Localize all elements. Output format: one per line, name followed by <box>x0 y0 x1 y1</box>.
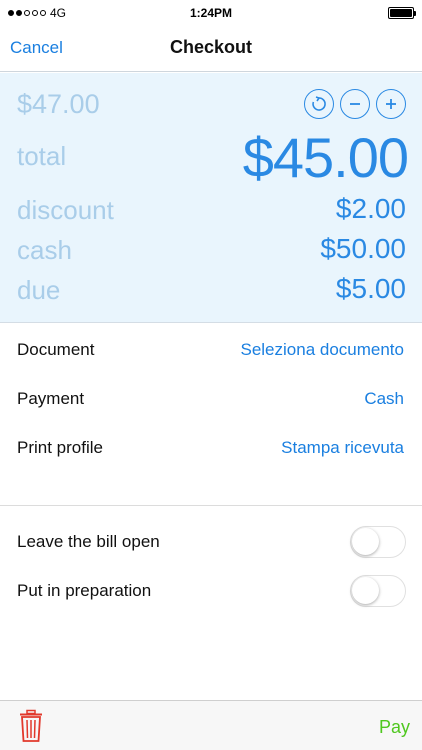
leave-bill-open-label: Leave the bill open <box>17 532 160 551</box>
reset-button[interactable] <box>304 89 334 119</box>
put-in-preparation-toggle[interactable] <box>350 575 406 607</box>
status-bar: 4G 1:24PM <box>0 0 422 26</box>
due-label: due <box>17 275 61 305</box>
document-row[interactable]: Document Seleziona documento <box>0 326 422 374</box>
amount-adjust-buttons <box>304 89 406 119</box>
print-profile-value[interactable]: Stampa ricevuta <box>281 438 404 458</box>
reset-icon <box>312 96 326 111</box>
increase-button[interactable] <box>376 89 406 119</box>
bottom-toolbar: Pay <box>0 700 422 750</box>
minus-icon <box>350 103 360 105</box>
navigation-bar: Cancel Checkout <box>0 26 422 72</box>
section-divider <box>0 505 422 506</box>
due-amount: $5.00 <box>335 273 406 304</box>
status-time: 1:24PM <box>189 6 233 20</box>
payment-label: Payment <box>17 389 85 408</box>
payment-value[interactable]: Cash <box>364 389 404 409</box>
total-amount: $45.00 <box>242 126 409 189</box>
print-profile-row[interactable]: Print profile Stampa ricevuta <box>0 424 422 472</box>
leave-bill-open-toggle[interactable] <box>350 526 406 558</box>
document-label: Document <box>17 340 95 359</box>
battery-icon <box>388 7 416 19</box>
trash-icon <box>20 709 42 742</box>
page-title: Checkout <box>169 37 252 57</box>
document-value[interactable]: Seleziona documento <box>240 340 404 360</box>
leave-bill-open-row: Leave the bill open <box>0 518 422 566</box>
put-in-preparation-row: Put in preparation <box>0 567 422 615</box>
total-label: total <box>17 141 67 171</box>
delete-button[interactable] <box>18 709 44 748</box>
cash-label: cash <box>17 235 72 265</box>
cash-amount: $50.00 <box>320 233 406 264</box>
print-profile-label: Print profile <box>17 438 103 457</box>
original-amount: $47.00 <box>17 89 100 119</box>
discount-label: discount <box>17 195 114 225</box>
amount-summary-panel: $47.00 total $45.00 discount $2.00 cash … <box>0 73 422 323</box>
discount-amount: $2.00 <box>335 193 406 224</box>
plus-icon <box>386 99 396 109</box>
pay-button[interactable]: Pay <box>379 717 410 738</box>
payment-row[interactable]: Payment Cash <box>0 375 422 423</box>
decrease-button[interactable] <box>340 89 370 119</box>
put-in-preparation-label: Put in preparation <box>17 581 152 600</box>
